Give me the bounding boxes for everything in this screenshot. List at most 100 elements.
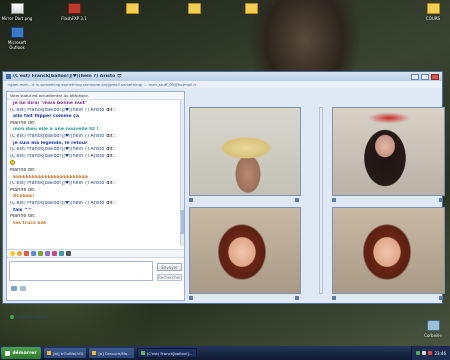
desktop-icon-outlook[interactable]: Microsoft Outlook [0, 27, 34, 50]
chat-sender-line: (C'est) Franck[balloo!]|♥|(hein ?) Arist… [10, 181, 179, 188]
sender-name: (C'est) Franck[balloo!]|♥|(hein ?) Arist… [10, 153, 105, 159]
smiley-icon [10, 160, 15, 166]
cam-panel-scrollbar[interactable] [319, 107, 323, 294]
chat-sender-line: (C'est) Franck[balloo!]|♥|(hein ?) Arist… [10, 147, 179, 154]
sender-name: (C'est) Franck[balloo!]|♥|(hein ?) Arist… [10, 147, 105, 153]
send-button[interactable]: Envoyer [157, 263, 182, 271]
sender-name: (C'est) Franck[balloo!]|♥|(hein ?) Arist… [10, 200, 105, 206]
handwriting-mode-tab[interactable] [20, 285, 26, 291]
status-dot-icon [10, 314, 14, 319]
webcam-expand-icon[interactable] [295, 296, 299, 300]
desktop-icon-folder-1[interactable] [115, 3, 149, 16]
text-mode-tab[interactable] [11, 285, 17, 291]
chat-panel: Votre statut est actuellement Au télépho… [6, 91, 185, 319]
sender-name: (C'est) Franck[balloo!]|♥|(hein ?) Arist… [10, 181, 105, 187]
webcam-feed-self-duplicate [332, 207, 445, 294]
chat-emoticon [10, 160, 179, 168]
chat-message: je lui dirai "mais bonne nuit" [13, 101, 88, 106]
chat-message: je suis ma légende, le retour [13, 140, 88, 146]
webcam-expand-icon[interactable] [295, 198, 299, 202]
outlook-icon [10, 27, 24, 38]
contact-address-line: <gael.meh...> is something something som… [3, 81, 442, 88]
emoticon-icon[interactable] [10, 251, 15, 256]
desktop-icon-flashfxp[interactable]: FlashFXP 3.1 [57, 3, 91, 21]
webcam-options-icon[interactable] [332, 296, 336, 300]
desktop-icon-folder-2[interactable] [177, 3, 211, 16]
messenger-conversation-window: (C'est) Franck[balloo!]|♥|(hein ?) Arist… [2, 71, 445, 319]
messenger-icon [140, 351, 145, 355]
search-button[interactable]: Rechercher [157, 274, 182, 281]
webcam-expand-icon[interactable] [439, 296, 443, 300]
chat-sender-line: Marine dit: [10, 167, 36, 173]
text-style-icon[interactable] [66, 251, 71, 256]
system-tray: 23:46 [411, 346, 450, 360]
scrollbar-thumb[interactable] [181, 210, 184, 234]
message-input[interactable] [9, 261, 153, 281]
chat-message: fais ^^ [13, 207, 32, 213]
sender-suffix: dit : [106, 153, 116, 159]
sender-name: (C'est) Franck[balloo!]|♥|(hein ?) Arist… [10, 107, 105, 113]
desktop-icon-mirror-dart[interactable]: Mirror Dart.png [0, 3, 34, 21]
chat-sender-line: Marine dit: [10, 120, 36, 126]
webcam-feed-contact-2 [332, 107, 445, 196]
nudge-icon[interactable] [24, 251, 29, 256]
desktop-icon-cours[interactable]: COURS [416, 3, 450, 21]
webcam-expand-icon[interactable] [439, 198, 443, 202]
chat-message: XCEEEE! [13, 194, 35, 200]
conversation-log[interactable]: je lui dirai "mais bonne nuit" (C'est) Fr… [7, 100, 182, 246]
windows-logo-icon [5, 350, 11, 356]
font-icon[interactable] [59, 251, 64, 256]
close-button[interactable] [431, 73, 439, 80]
chat-sender-line: (C'est) Franck[balloo!]|♥|(hein ?) Arist… [10, 134, 179, 141]
volume-icon[interactable] [422, 351, 427, 355]
webcam-options-icon[interactable] [189, 296, 193, 300]
taskbar-item-1[interactable]: [bl] trOuBle(hO) [44, 348, 87, 358]
webcam-options-icon[interactable] [189, 198, 193, 202]
background-icon[interactable] [38, 251, 43, 256]
desktop-icon-folder-3[interactable] [234, 3, 268, 16]
start-button[interactable]: démarrer [1, 347, 41, 359]
webcam-feed-contact-1 [189, 107, 301, 196]
sender-suffix: dit : [106, 107, 116, 113]
folder-icon [125, 3, 139, 14]
app-icon [92, 351, 97, 355]
folder-icon [426, 3, 440, 14]
taskbar: démarrer [bl] trOuBle(hO) [a] Gravure/Ma… [0, 346, 450, 360]
formatting-toolbar [7, 249, 184, 258]
taskbar-item-3-active[interactable]: (C'est) Franck[balloo!]... [136, 348, 197, 358]
messenger-icon [6, 74, 11, 79]
wink-icon[interactable] [17, 251, 22, 256]
app-icon [67, 3, 81, 14]
window-title-bar[interactable]: (C'est) Franck[balloo!]|♥|(hein ?) Arist… [3, 72, 442, 81]
chat-message: tes trucs bat [13, 220, 47, 226]
game-icon[interactable] [45, 251, 50, 256]
webcam-options-icon[interactable] [332, 198, 336, 202]
chat-sender-line: Marine dit: [10, 214, 36, 220]
chat-sender-line: (C'est) Franck[balloo!]|♥|(hein ?) Arist… [10, 108, 179, 115]
folder-icon [244, 3, 258, 14]
voice-clip-icon[interactable] [31, 251, 36, 256]
chat-sender-line: (C'est) Franck[balloo!]|♥|(hein ?) Arist… [10, 201, 179, 208]
app-icon [47, 351, 51, 355]
sender-suffix: dit : [106, 181, 116, 187]
file-icon [10, 3, 24, 14]
sender-suffix: dit : [106, 200, 116, 206]
security-icon[interactable] [428, 351, 433, 355]
folder-icon [187, 3, 201, 14]
desktop-icon-corbeille[interactable]: Corbeille [416, 320, 450, 338]
conversation-scrollbar[interactable] [180, 100, 184, 246]
window-title: (C'est) Franck[balloo!]|♥|(hein ?) Arist… [13, 74, 122, 79]
chat-message: EEEEEEEEEEEEEEEEEEEEEEEE [13, 174, 89, 180]
webcam-feed-self [189, 207, 301, 294]
chat-sender-line: Marine dit: [10, 187, 36, 193]
messenger-tray-icon[interactable] [416, 351, 421, 355]
sender-suffix: dit : [106, 147, 116, 153]
taskbar-item-2[interactable]: [a] Gravure/Ma... [89, 348, 134, 358]
sender-name: (C'est) Franck[balloo!]|♥|(hein ?) Arist… [10, 133, 105, 139]
ink-icon[interactable] [52, 251, 57, 256]
minimize-button[interactable] [411, 73, 419, 80]
sender-suffix: dit : [106, 133, 116, 139]
recycle-bin-icon [426, 320, 440, 331]
chat-message: mon dieu elle a une nouvelle ID ! [13, 127, 99, 133]
maximize-button[interactable] [421, 73, 429, 80]
